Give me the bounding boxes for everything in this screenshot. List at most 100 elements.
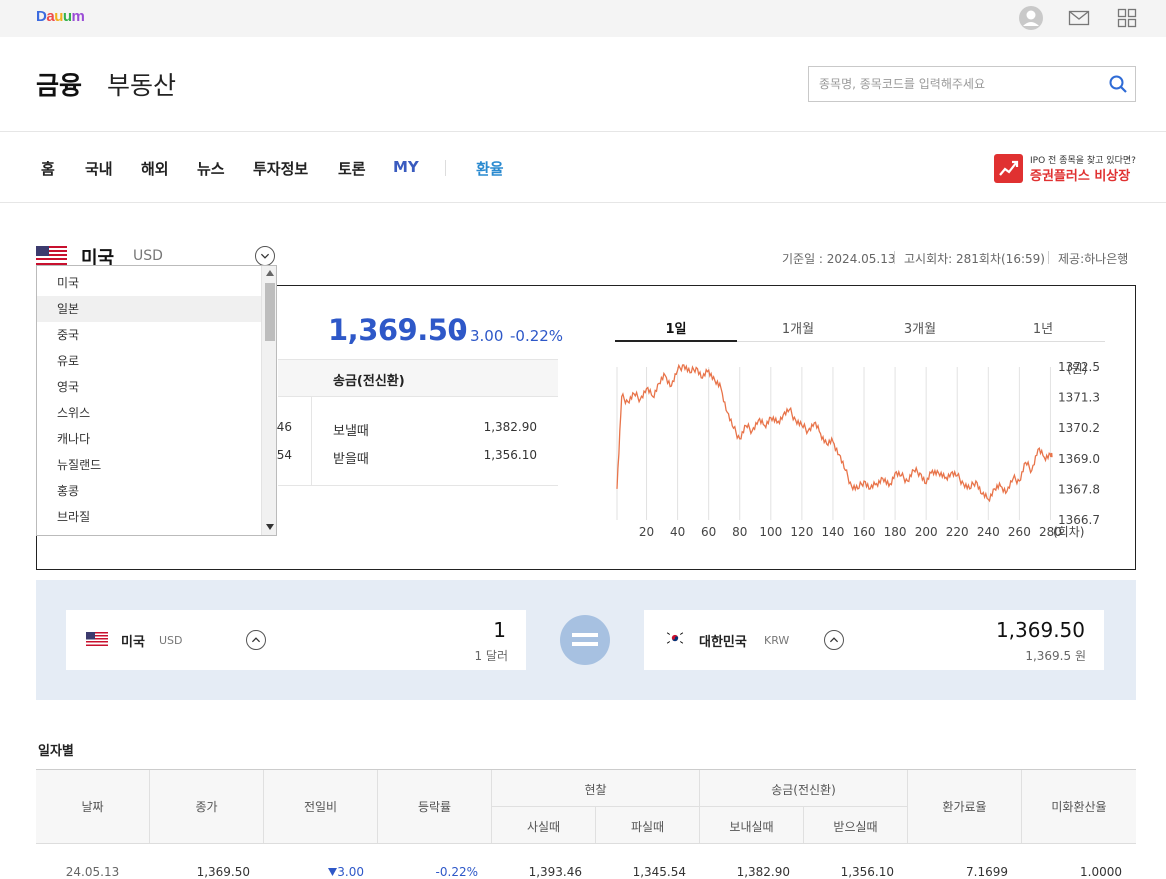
option-china[interactable]: 중국	[37, 322, 261, 348]
option-newzealand[interactable]: 뉴질랜드	[37, 452, 261, 478]
y-tick-label: 1371.36	[1058, 391, 1100, 405]
th-close: 종가	[195, 800, 218, 814]
notice-round: 고시회차: 281회차(16:59)	[904, 252, 1045, 266]
cell-pct: -0.22%	[435, 865, 478, 879]
x-tick-label: 20	[639, 525, 654, 539]
cell-fx-rate: 7.1699	[966, 865, 1008, 879]
x-tick-label: 180	[884, 525, 907, 539]
tab-active-indicator	[615, 340, 737, 342]
nav-my[interactable]: MY	[393, 158, 419, 176]
tab-3month[interactable]: 3개월	[859, 318, 981, 337]
table-separator	[311, 397, 312, 485]
current-price: 1,369.50	[328, 313, 468, 347]
nav-divider	[0, 202, 1166, 203]
option-switzerland[interactable]: 스위스	[37, 400, 261, 426]
currency-dropdown[interactable]: 미국 일본 중국 유로 영국 스위스 캐나다 뉴질랜드 홍콩 브라질	[36, 265, 277, 536]
x-tick-label: 220	[946, 525, 969, 539]
to-amount[interactable]: 1,369.50	[935, 618, 1085, 642]
option-brazil[interactable]: 브라질	[37, 504, 261, 530]
chevron-down-icon[interactable]	[255, 246, 275, 266]
x-tick-label: 160	[853, 525, 876, 539]
y-axis-unit: (원)	[1067, 362, 1087, 376]
daily-section-title: 일자별	[38, 744, 74, 759]
nav-news[interactable]: 뉴스	[197, 158, 225, 179]
y-tick-label: 1370.20	[1058, 421, 1100, 435]
mail-icon[interactable]	[1066, 5, 1092, 31]
cell-cash-sell: 1,345.54	[632, 865, 686, 879]
nav-exchange-rate[interactable]: 환율	[476, 158, 504, 179]
option-euro[interactable]: 유로	[37, 348, 261, 374]
th-receive: 받으실때	[833, 820, 878, 834]
x-tick-label: 260	[1008, 525, 1031, 539]
ad-title: 증권플러스 비상장	[1030, 169, 1131, 184]
x-tick-label: 200	[915, 525, 938, 539]
meta-separator	[1048, 251, 1049, 264]
apps-grid-icon[interactable]	[1114, 5, 1140, 31]
from-currency-code: USD	[159, 634, 183, 647]
th-fx-rate: 환가료율	[942, 800, 987, 814]
exchange-rate-chart: 1372.521371.361370.201369.041367.881366.…	[616, 360, 1100, 539]
cell-send: 1,382.90	[736, 865, 790, 879]
nav-investment-info[interactable]: 투자정보	[253, 158, 308, 179]
header-row-divider	[491, 806, 907, 807]
nav-home[interactable]: 홈	[41, 158, 55, 179]
user-icon[interactable]	[1018, 5, 1044, 31]
x-tick-label: 120	[790, 525, 813, 539]
tab-1month[interactable]: 1개월	[737, 318, 859, 337]
rate-series-line	[616, 363, 1053, 503]
th-cash: 현찰	[584, 783, 607, 797]
scroll-thumb[interactable]	[265, 283, 275, 341]
x-axis-unit: (회차)	[1053, 525, 1084, 539]
option-japan[interactable]: 일본	[37, 296, 261, 322]
y-tick-label: 1369.04	[1058, 452, 1100, 466]
x-tick-label: 80	[732, 525, 747, 539]
to-currency-name: 대한민국	[699, 635, 747, 650]
scroll-up-arrow-icon[interactable]	[266, 270, 274, 276]
meta-separator	[894, 251, 895, 264]
search-input[interactable]	[819, 75, 1099, 93]
tab-1day[interactable]: 1일	[615, 318, 737, 337]
x-tick-label: 240	[977, 525, 1000, 539]
to-unit: 1,369.5 원	[1025, 649, 1086, 663]
dropdown-scrollbar[interactable]	[261, 266, 276, 535]
nav-discussion[interactable]: 토론	[338, 158, 366, 179]
equals-icon	[560, 615, 610, 665]
from-unit: 1 달러	[474, 649, 508, 663]
daum-logo[interactable]: Dauum	[36, 8, 85, 25]
th-remit: 송금(전신환)	[771, 783, 836, 797]
tab-1year[interactable]: 1년	[981, 318, 1105, 337]
currency-code: USD	[133, 248, 163, 264]
th-prev: 전일비	[303, 800, 338, 814]
th-cash-sell: 파실때	[630, 820, 665, 834]
option-usa[interactable]: 미국	[37, 270, 261, 296]
us-flag-icon	[86, 632, 108, 646]
search-box	[808, 66, 1136, 102]
from-amount[interactable]: 1	[406, 618, 506, 642]
th-send: 보내실때	[729, 820, 774, 834]
x-tick-label: 60	[701, 525, 716, 539]
option-canada[interactable]: 캐나다	[37, 426, 261, 452]
brand-realestate[interactable]: 부동산	[107, 66, 176, 102]
option-uk[interactable]: 영국	[37, 374, 261, 400]
x-tick-label: 100	[759, 525, 782, 539]
scroll-down-arrow-icon[interactable]	[266, 524, 274, 530]
table-bottom-line	[278, 485, 558, 486]
cell-date: 24.05.13	[65, 865, 120, 879]
price-change-pct: -0.22%	[510, 327, 564, 345]
nav-separator	[445, 160, 446, 176]
search-icon[interactable]	[1107, 73, 1129, 95]
remit-header: 송금(전신환)	[333, 374, 405, 389]
chevron-up-icon[interactable]	[824, 630, 844, 650]
option-hongkong[interactable]: 홍콩	[37, 478, 261, 504]
th-cash-buy: 사실때	[526, 820, 561, 834]
x-tick-label: 40	[670, 525, 685, 539]
base-date: 기준일 : 2024.05.13	[782, 252, 896, 266]
ad-chart-icon	[994, 154, 1023, 183]
nav-domestic[interactable]: 국내	[85, 158, 113, 179]
chevron-up-icon[interactable]	[246, 630, 266, 650]
ad-banner[interactable]: IPO 전 종목을 찾고 있다면? 증권플러스 비상장	[994, 152, 1136, 184]
x-tick-label: 140	[821, 525, 844, 539]
send-label: 보낼때	[333, 424, 369, 439]
nav-overseas[interactable]: 해외	[141, 158, 169, 179]
brand-finance[interactable]: 금융	[36, 66, 82, 102]
